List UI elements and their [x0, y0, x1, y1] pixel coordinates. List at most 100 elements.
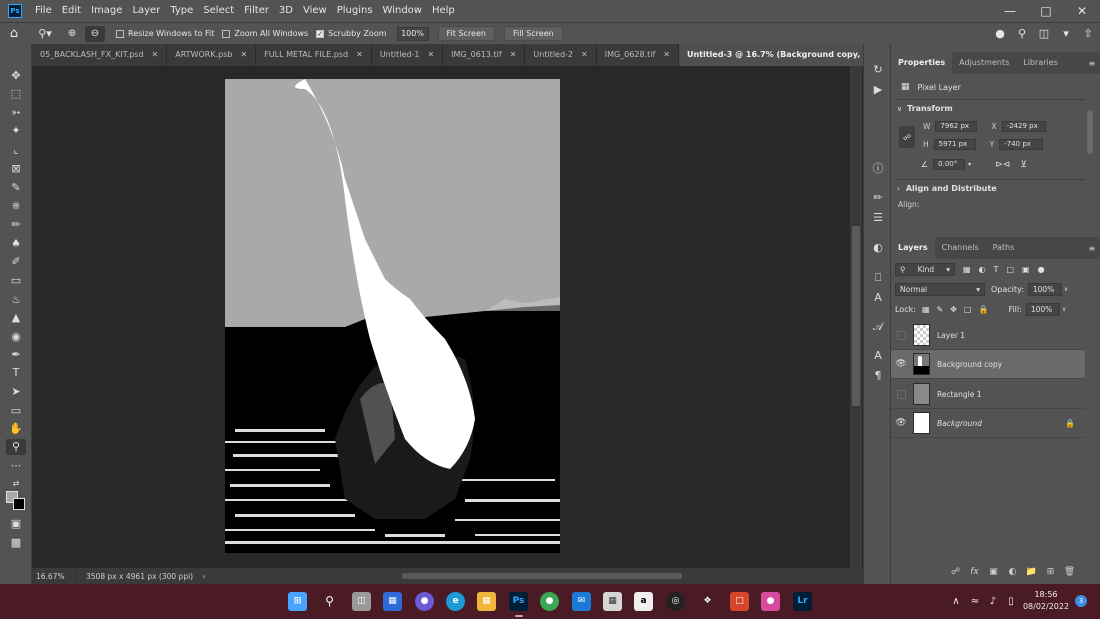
menu-help[interactable]: Help	[427, 0, 460, 22]
filter-type-icon[interactable]: T	[994, 265, 999, 274]
eye-icon[interactable]: 👁	[891, 359, 911, 369]
scrollbar-thumb[interactable]	[402, 573, 682, 579]
layer-row[interactable]: 👁 Background 🔒	[891, 409, 1085, 438]
tab-document[interactable]: FULL METAL FILE.psd ✕	[256, 44, 372, 66]
width-field[interactable]: 7962 px	[935, 121, 978, 132]
lock-icon[interactable]: 🔒	[1065, 419, 1075, 428]
flip-vertical-icon[interactable]: ⊻	[1020, 160, 1027, 170]
filter-toggle-icon[interactable]: ●	[1038, 265, 1045, 274]
layer-row[interactable]: Layer 1	[891, 321, 1085, 350]
paint-bucket-icon[interactable]: ♨	[6, 292, 26, 308]
eraser-icon[interactable]: ▭	[6, 273, 26, 289]
zoom-tool-icon[interactable]: ⚲	[6, 439, 26, 455]
info-icon[interactable]: ⓘ	[868, 161, 888, 177]
tab-document[interactable]: Untitled-2 ✕	[525, 44, 597, 66]
menu-type[interactable]: Type	[165, 0, 198, 22]
trash-icon[interactable]: 🗑	[1060, 567, 1079, 577]
menu-view[interactable]: View	[298, 0, 332, 22]
frame-tool-icon[interactable]: ⊠	[6, 161, 26, 177]
status-chevron-icon[interactable]: ›	[196, 572, 212, 581]
close-icon[interactable]: ✕	[356, 44, 363, 66]
chevron-down-icon[interactable]: ∨	[1062, 306, 1066, 313]
mail-icon[interactable]: ✉	[572, 592, 591, 611]
visibility-off-box[interactable]	[897, 330, 906, 340]
workspace-icon[interactable]: ◫	[1034, 27, 1054, 40]
system-clock[interactable]: 18:56 08/02/2022	[1020, 589, 1072, 613]
lasso-tool-icon[interactable]: ➳	[6, 105, 26, 121]
layer-row-selected[interactable]: 👁 Background copy	[891, 350, 1085, 379]
brush-settings-icon[interactable]: ✏	[868, 190, 888, 206]
background-color-swatch[interactable]	[13, 498, 25, 510]
share-user-icon[interactable]: ●	[990, 27, 1010, 40]
eye-icon[interactable]: 👁	[891, 418, 911, 428]
brush-tool-icon[interactable]: ✏	[6, 217, 26, 233]
new-group-icon[interactable]: 📁	[1022, 567, 1041, 577]
crop-tool-icon[interactable]: ⌞	[6, 142, 26, 158]
search-icon[interactable]: ⚲	[320, 592, 339, 611]
panel-menu-icon[interactable]: ≡	[1084, 244, 1100, 253]
menu-file[interactable]: File	[30, 0, 57, 22]
move-tool-icon[interactable]: ✥	[6, 68, 26, 84]
menu-3d[interactable]: 3D	[274, 0, 298, 22]
lock-position-icon[interactable]: ✥	[950, 305, 957, 314]
height-field[interactable]: 5971 px	[933, 139, 976, 150]
fill-field[interactable]: 100%	[1025, 303, 1060, 316]
edge-browser-icon[interactable]: e	[446, 592, 465, 611]
chevron-right-icon[interactable]: ›	[897, 185, 900, 193]
file-explorer-icon[interactable]: ▦	[477, 592, 496, 611]
creative-cloud-icon[interactable]: ●	[761, 592, 780, 611]
adjust-sliders-icon[interactable]: ☰	[868, 210, 888, 226]
close-icon[interactable]: ✕	[663, 44, 670, 66]
teams-chat-icon[interactable]: ●	[415, 592, 434, 611]
hand-tool-icon[interactable]: ✋	[6, 421, 26, 437]
home-icon[interactable]: ⌂	[0, 26, 28, 41]
vertical-scrollbar[interactable]	[850, 66, 862, 568]
dropbox-icon[interactable]: ❖	[698, 592, 717, 611]
filter-shape-icon[interactable]: □	[1006, 265, 1014, 274]
glyphs-icon[interactable]: A	[868, 290, 888, 306]
tab-layers[interactable]: Layers	[891, 237, 935, 259]
close-icon[interactable]: ✕	[1064, 4, 1100, 18]
blur-tool-icon[interactable]: ▲	[6, 310, 26, 326]
menu-select[interactable]: Select	[198, 0, 239, 22]
menu-window[interactable]: Window	[378, 0, 427, 22]
notification-badge[interactable]: 3	[1075, 595, 1087, 607]
type-tool-icon[interactable]: T	[6, 365, 26, 381]
task-view-icon[interactable]: ◫	[352, 592, 371, 611]
flip-horizontal-icon[interactable]: ⊳⊲	[995, 160, 1010, 170]
tab-document[interactable]: IMG_0628.tif ✕	[597, 44, 679, 66]
battery-icon[interactable]: ▯	[1002, 596, 1020, 607]
store-icon[interactable]: ▦	[603, 592, 622, 611]
clone-source-icon[interactable]: ⎕	[868, 270, 888, 286]
zoom-level[interactable]: 16.67%	[32, 571, 76, 581]
color-wheel-icon[interactable]: ◐	[868, 240, 888, 256]
close-icon[interactable]: ✕	[240, 44, 247, 66]
fx-icon[interactable]: fx	[965, 567, 984, 577]
magic-wand-icon[interactable]: ✦	[6, 123, 26, 139]
photoshop-taskbar-icon[interactable]: Ps	[509, 592, 528, 611]
start-icon[interactable]: ⊞	[288, 592, 307, 611]
tab-document[interactable]: ARTWORK.psb ✕	[167, 44, 257, 66]
chevron-down-icon[interactable]: ∨	[1064, 286, 1068, 293]
chevron-down-icon[interactable]: ∨	[897, 105, 902, 113]
path-selection-icon[interactable]: ➤	[6, 384, 26, 400]
photoshop-app-icon[interactable]: Ps	[8, 4, 22, 18]
volume-icon[interactable]: ♪	[984, 596, 1002, 607]
menu-edit[interactable]: Edit	[57, 0, 86, 22]
history-panel-icon[interactable]: ↻	[868, 62, 888, 78]
marquee-tool-icon[interactable]: ⬚	[6, 86, 26, 102]
lock-pixels-icon[interactable]: ✎	[937, 305, 944, 314]
amazon-icon[interactable]: a	[634, 592, 653, 611]
edit-toolbar-icon[interactable]: ⋯	[6, 458, 26, 474]
dodge-tool-icon[interactable]: ◉	[6, 329, 26, 345]
y-field[interactable]: -740 px	[999, 139, 1044, 150]
layer-row[interactable]: Rectangle 1	[891, 380, 1085, 409]
widgets-icon[interactable]: ▦	[383, 592, 402, 611]
menu-image[interactable]: Image	[86, 0, 127, 22]
tab-paths[interactable]: Paths	[986, 237, 1022, 259]
add-mask-icon[interactable]: ▣	[984, 567, 1003, 577]
zoom-percentage-field[interactable]: 100%	[396, 26, 429, 41]
visibility-off-box[interactable]	[897, 389, 906, 399]
adjustment-layer-icon[interactable]: ◐	[1003, 567, 1022, 577]
swap-colors-icon[interactable]: ⇄	[6, 476, 26, 492]
